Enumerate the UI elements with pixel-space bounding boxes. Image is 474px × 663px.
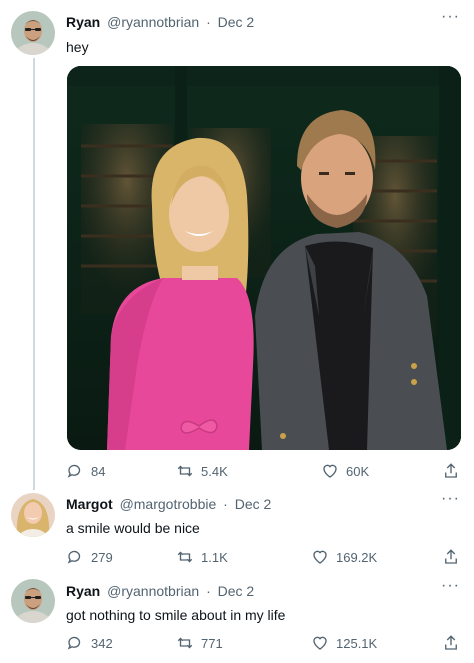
- like-count: 169.2K: [336, 549, 378, 565]
- like-button[interactable]: 60K: [321, 462, 369, 480]
- like-icon: [313, 550, 327, 564]
- tweet-1-actions: 84 5.4K 60K: [66, 462, 460, 486]
- like-button[interactable]: 169.2K: [311, 548, 377, 566]
- retweet-icon: [177, 465, 193, 477]
- separator: ·: [223, 496, 228, 512]
- tweet-photo[interactable]: [67, 66, 461, 450]
- retweet-button[interactable]: 5.4K: [176, 462, 228, 480]
- retweet-count: 5.4K: [201, 463, 228, 479]
- tweet-text: a smile would be nice: [66, 520, 200, 536]
- like-icon: [313, 636, 327, 650]
- retweet-count: 1.1K: [201, 549, 228, 565]
- retweet-count: 771: [201, 635, 223, 651]
- avatar-ryan[interactable]: [11, 11, 55, 55]
- thread-line: [33, 58, 35, 490]
- reply-count: 342: [91, 635, 113, 651]
- avatar-ryan[interactable]: [11, 579, 55, 623]
- separator: ·: [206, 583, 211, 599]
- like-count: 60K: [346, 463, 370, 479]
- tweet-text: hey: [66, 39, 89, 55]
- avatar-margot[interactable]: [11, 493, 55, 537]
- reply-button[interactable]: 279: [66, 548, 113, 566]
- reply-count: 84: [91, 463, 106, 479]
- more-icon[interactable]: ···: [441, 8, 460, 26]
- like-button[interactable]: 125.1K: [311, 634, 377, 652]
- retweet-icon: [177, 551, 193, 563]
- retweet-button[interactable]: 1.1K: [176, 548, 228, 566]
- share-icon: [445, 549, 457, 564]
- share-button[interactable]: [442, 462, 460, 480]
- retweet-icon: [177, 637, 193, 649]
- reply-button[interactable]: 342: [66, 634, 113, 652]
- tweet-date[interactable]: Dec 2: [235, 496, 272, 512]
- tweet-date[interactable]: Dec 2: [218, 583, 255, 599]
- reply-icon: [67, 636, 81, 650]
- tweet-1-header: Ryan @ryannotbrian · Dec 2: [66, 14, 254, 30]
- reply-count: 279: [91, 549, 113, 565]
- tweet-3-actions: 342 771 125.1K: [66, 634, 460, 658]
- share-icon: [445, 635, 457, 650]
- author-name[interactable]: Margot: [66, 496, 113, 512]
- author-name[interactable]: Ryan: [66, 14, 100, 30]
- tweet-2-actions: 279 1.1K 169.2K: [66, 548, 460, 572]
- author-handle[interactable]: @margotrobbie: [120, 496, 217, 512]
- share-button[interactable]: [442, 634, 460, 652]
- reply-icon: [67, 464, 81, 478]
- author-handle[interactable]: @ryannotbrian: [107, 14, 199, 30]
- like-count: 125.1K: [336, 635, 378, 651]
- reply-icon: [67, 550, 81, 564]
- tweet-3-header: Ryan @ryannotbrian · Dec 2: [66, 583, 254, 599]
- tweet-2-header: Margot @margotrobbie · Dec 2: [66, 496, 271, 512]
- tweet-date[interactable]: Dec 2: [218, 14, 255, 30]
- separator: ·: [206, 14, 211, 30]
- more-icon[interactable]: ···: [441, 490, 460, 508]
- retweet-button[interactable]: 771: [176, 634, 223, 652]
- share-button[interactable]: [442, 548, 460, 566]
- reply-button[interactable]: 84: [66, 462, 105, 480]
- author-name[interactable]: Ryan: [66, 583, 100, 599]
- tweet-text: got nothing to smile about in my life: [66, 607, 286, 623]
- more-icon[interactable]: ···: [441, 577, 460, 595]
- author-handle[interactable]: @ryannotbrian: [107, 583, 199, 599]
- like-icon: [323, 464, 337, 478]
- share-icon: [445, 463, 457, 478]
